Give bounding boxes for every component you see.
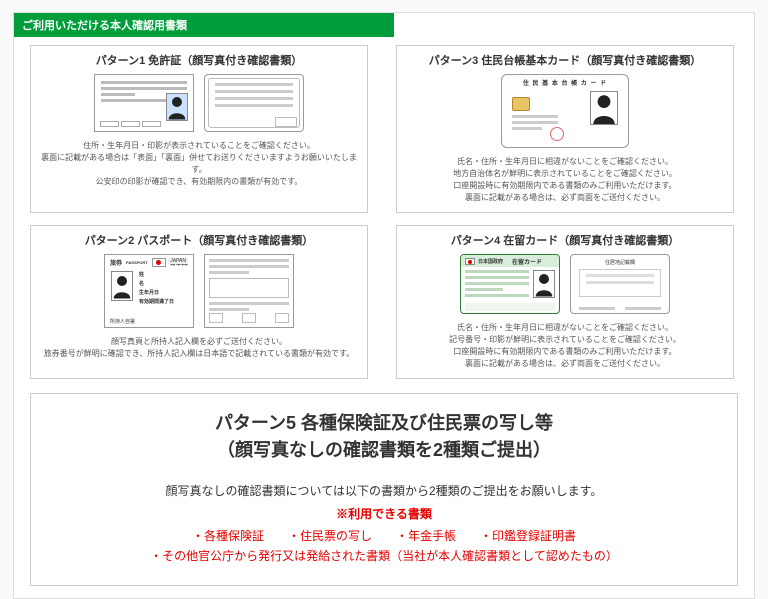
pattern5-lead: 顔写真なしの確認書類については以下の書類から2種類のご提出をお願いします。 [51,482,717,499]
pattern3-card: パターン3 住民台帳基本カード（顔写真付き確認書類） 住 民 基 本 台 帳 カ… [396,45,734,213]
passport-holder-page-icon [204,254,294,328]
pattern1-images [94,74,304,132]
pattern5-list: ・各種保険証 ・住民票の写し ・年金手帳 ・印鑑登録証明書 ・その他官公庁から発… [51,526,717,567]
drivers-license-front-icon [94,74,194,132]
japan-flag-icon [465,258,475,265]
pattern1-card: パターン1 免許証（顔写真付き確認書類） 住所・生年月日・印影が表示されているこ… [30,45,368,213]
drivers-license-back-icon [204,74,304,132]
section-header: ご利用いただける本人確認用書類 [14,13,394,37]
residence-card-back-icon: 住居地記載欄 [570,254,670,314]
document-container: ご利用いただける本人確認用書類 パターン1 免許証（顔写真付き確認書類） [13,12,755,599]
pattern2-card: パターン2 パスポート（顔写真付き確認書類） 旅券 PASSPORT 日本国 J… [30,225,368,379]
passport-photo-page-icon: 旅券 PASSPORT 日本国 JAPAN 姓 名 生年月日 有効期間満了日 所… [104,254,194,328]
pattern1-desc: 住所・生年月日・印影が表示されていることをご確認ください。 裏面に記載がある場合… [39,140,359,188]
pattern5-card: パターン5 各種保険証及び住民票の写し等 （顔写真なしの確認書類を2種類ご提出）… [30,393,738,586]
pattern3-title: パターン3 住民台帳基本カード（顔写真付き確認書類） [429,52,702,68]
pattern5-title: パターン5 各種保険証及び住民票の写し等 （顔写真なしの確認書類を2種類ご提出） [51,410,717,464]
residence-card-front-icon: 日本国政府 在留カード [460,254,560,314]
pattern4-images: 日本国政府 在留カード 住居地記載欄 [460,254,670,314]
pattern3-images: 住 民 基 本 台 帳 カ ー ド [501,74,629,148]
patterns-grid: パターン1 免許証（顔写真付き確認書類） 住所・生年月日・印影が表示されているこ… [14,37,754,379]
pattern3-desc: 氏名・住所・生年月日に相違がないことをご確認ください。 地方自治体名が鮮明に表示… [453,156,677,204]
pattern4-card: パターン4 在留カード（顔写真付き確認書類） 日本国政府 在留カード 住居地 [396,225,734,379]
seal-icon [550,127,564,141]
ic-chip-icon [512,97,530,111]
pattern2-desc: 顔写真頁と所持人記入欄を必ずご送付ください。 旅券番号が鮮明に確認でき、所持人記… [44,336,354,360]
pattern4-title: パターン4 在留カード（顔写真付き確認書類） [451,232,680,248]
pattern2-title: パターン2 パスポート（顔写真付き確認書類） [85,232,314,248]
pattern5-subheader: ※利用できる書類 [51,505,717,522]
japan-flag-icon [152,258,166,267]
pattern1-title: パターン1 免許証（顔写真付き確認書類） [96,52,303,68]
resident-card-icon: 住 民 基 本 台 帳 カ ー ド [501,74,629,148]
pattern4-desc: 氏名・住所・生年月日に相違がないことをご確認ください。 記号番号・印影が鮮明に表… [449,322,681,370]
pattern2-images: 旅券 PASSPORT 日本国 JAPAN 姓 名 生年月日 有効期間満了日 所… [104,254,294,328]
